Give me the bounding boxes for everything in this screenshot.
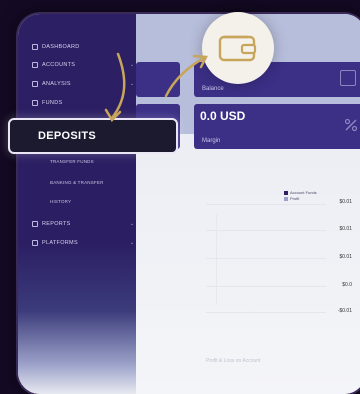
wallet-icon: [218, 35, 257, 62]
chevron-down-icon: ⌄: [130, 240, 135, 246]
sidebar-item-label: ACCOUNTS: [42, 62, 76, 68]
grid-line: [206, 312, 326, 313]
margin-card-label: Margin: [202, 138, 221, 144]
sidebar-item-analysis[interactable]: ANALYSIS ⌄: [32, 81, 134, 87]
sidebar-subitem-banking[interactable]: BANKING & TRANSFER: [50, 180, 104, 185]
balance-card-label: Balance: [202, 86, 224, 92]
funds-icon: [32, 100, 38, 106]
legend-item: Profit: [284, 196, 317, 202]
sidebar-item-dashboard[interactable]: DASHBOARD: [32, 44, 80, 50]
chart-caption: Profit & Loss on Account: [206, 358, 261, 364]
wallet-bubble: [202, 12, 274, 84]
sidebar-item-label: FUNDS: [42, 100, 63, 106]
grid-line: [206, 258, 326, 259]
sidebar-subitem-transfer-funds[interactable]: TRANSFER FUNDS: [50, 159, 94, 164]
sidebar-item-accounts[interactable]: ACCOUNTS ⌄: [32, 62, 134, 68]
y-tick: -$0.01: [337, 308, 352, 314]
margin-amount: 0.0 USD: [200, 109, 246, 123]
reports-icon: [32, 221, 38, 227]
grid-line: [206, 286, 326, 287]
sidebar-item-platforms[interactable]: PLATFORMS ⌄: [32, 240, 134, 246]
stat-card-left-top[interactable]: [136, 62, 180, 97]
accounts-icon: [32, 62, 38, 68]
y-tick: $0.0: [342, 282, 352, 288]
sidebar-item-label: PLATFORMS: [42, 240, 78, 246]
chevron-down-icon: ⌄: [130, 221, 135, 227]
grid-line: [206, 204, 326, 205]
chart-axis-line: [216, 214, 217, 304]
margin-card[interactable]: 0.0 USD Margin: [194, 104, 360, 149]
deposits-callout[interactable]: DEPOSITS: [8, 118, 178, 154]
sidebar-item-reports[interactable]: REPORTS ⌄: [32, 221, 134, 227]
sidebar-subitem-history[interactable]: HISTORY: [50, 199, 71, 204]
device-screen: Balance 0.0 USD Margin Account Funds Pro…: [18, 14, 360, 394]
percent-icon: [344, 118, 358, 132]
sidebar: DASHBOARD ACCOUNTS ⌄ ANALYSIS ⌄ FUNDS TR…: [18, 14, 136, 394]
sidebar-item-funds[interactable]: FUNDS: [32, 100, 62, 106]
chevron-down-icon: ⌄: [130, 81, 135, 87]
chevron-down-icon: ⌄: [130, 62, 135, 68]
deposits-label: DEPOSITS: [38, 130, 97, 142]
sidebar-item-label: REPORTS: [42, 221, 71, 227]
platforms-icon: [32, 240, 38, 246]
y-tick: $0.01: [339, 199, 352, 205]
analysis-icon: [32, 81, 38, 87]
chart-legend: Account Funds Profit: [284, 190, 317, 202]
card-settings-icon: [340, 70, 356, 86]
sidebar-item-label: ANALYSIS: [42, 81, 71, 87]
y-tick: $0.01: [339, 226, 352, 232]
dashboard-icon: [32, 44, 38, 50]
y-tick: $0.01: [339, 254, 352, 260]
sidebar-item-label: DASHBOARD: [42, 44, 80, 50]
grid-line: [206, 230, 326, 231]
